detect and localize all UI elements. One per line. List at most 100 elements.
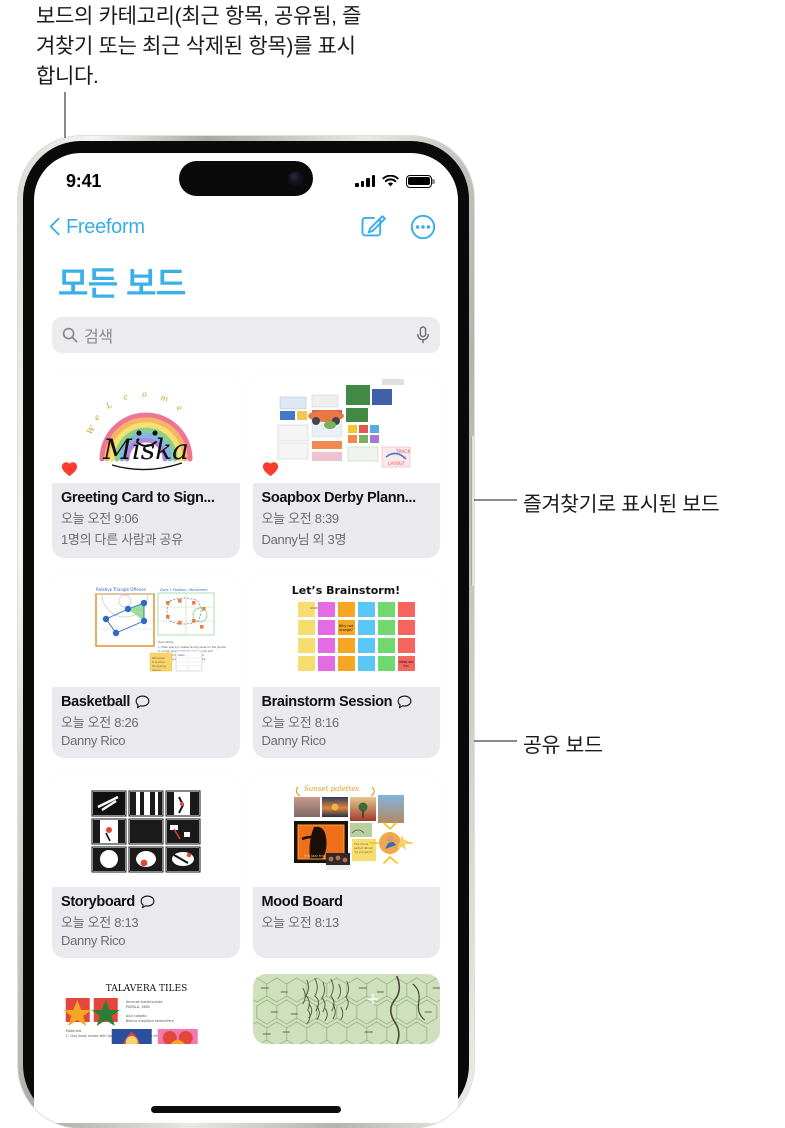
svg-text:the spacing: the spacing [152, 665, 166, 668]
svg-text:c: c [122, 391, 129, 401]
board-meta: Brainstorm Session 오늘 오전 8:16 Danny Rico [253, 687, 441, 758]
power-button[interactable] [471, 436, 474, 586]
board-card[interactable]: Relative Triangle Offense Zone 1 Positio… [52, 574, 240, 758]
svg-text:TRACK: TRACK [395, 449, 411, 455]
board-meta: Storyboard 오늘 오전 8:13 Danny Rico [52, 887, 240, 958]
board-meta: Soapbox Derby Plann... 오늘 오전 8:39 Danny님… [253, 483, 441, 558]
board-time: 오늘 오전 8:26 [61, 715, 139, 730]
compose-icon[interactable] [360, 214, 386, 240]
board-title: Greeting Card to Sign... [61, 490, 215, 506]
board-thumbnail [52, 774, 240, 887]
board-detail: Danny Rico [261, 733, 327, 748]
board-meta: Mood Board 오늘 오전 8:13 [253, 887, 441, 941]
svg-text:this jazz trio: this jazz trio [304, 854, 325, 858]
board-thumbnail: Let’s Brainstorm! Why not orange? Ideas … [252, 574, 440, 687]
brainstorm-sticky-notes-thumb: Let’s Brainstorm! Why not orange? Ideas … [292, 584, 416, 671]
front-camera-icon [289, 172, 302, 185]
svg-text:1. Wide spacing creates drivin: 1. Wide spacing creates driving lanes fo… [158, 645, 226, 649]
talavera-tiles-board-thumb: TALAVERA TILES Jarrones tradicionalesPUE… [63, 984, 198, 1044]
board-time: 오늘 오전 8:13 [61, 915, 139, 930]
svg-text:Azul cobalto: Azul cobalto [126, 1014, 147, 1018]
svg-text:Sunset palettes: Sunset palettes [304, 785, 359, 793]
page-title: 모든 보드 [58, 265, 186, 302]
board-meta: Basketball 오늘 오전 8:26 Danny Rico [52, 687, 240, 758]
svg-text:W: W [85, 423, 97, 435]
hex-map-board-thumb [252, 974, 440, 1044]
screenshot-root: 보드의 카테고리(최근 항목, 공유됨, 즐겨찾기 또는 최근 삭제된 항목)를… [0, 0, 785, 1128]
greeting-card-rainbow-miska-thumb: W e L c o m e Miska [85, 390, 193, 470]
phone-screen: 9:41 Freeform 모든 보드 검색 W e L c o m e Mis… [34, 153, 458, 1123]
shared-comment-icon [397, 695, 412, 709]
svg-text:e: e [92, 412, 102, 422]
board-detail: Danny Rico [61, 933, 126, 948]
iphone-device-frame: 9:41 Freeform 모든 보드 검색 W e L c o m e Mis… [18, 136, 474, 1128]
boards-grid: W e L c o m e Miska Greeting Card to Sig… [34, 353, 458, 958]
board-detail: Danny Rico [61, 733, 126, 748]
svg-text:m: m [159, 393, 169, 404]
board-detail: Danny님 외 3명 [261, 532, 347, 547]
ellipsis-circle-icon[interactable] [410, 214, 436, 240]
board-card[interactable]: TALAVERA TILES Jarrones tradicionales PUE… [52, 974, 240, 1044]
svg-text:PUEBLA, 1680: PUEBLA, 1680 [126, 1005, 150, 1009]
svg-text:Team Notes: Team Notes [158, 640, 174, 644]
chevron-left-icon [50, 218, 61, 237]
svg-text:to practice: to practice [152, 661, 165, 664]
board-thumbnail: Sunset palettes this jazz trio This movi… [252, 774, 440, 887]
board-title: Mood Board [261, 894, 343, 910]
shared-comment-icon [140, 895, 155, 909]
board-card[interactable]: Sunset palettes this jazz trio This movi… [252, 774, 441, 958]
callout-top-note: 보드의 카테고리(최근 항목, 공유됨, 즐겨찾기 또는 최근 삭제된 항목)를… [36, 5, 362, 89]
board-title: Basketball [61, 694, 231, 710]
svg-text:Jarrones tradicionales: Jarrones tradicionales [125, 1000, 163, 1004]
device-bezel: 9:41 Freeform 모든 보드 검색 W e L c o m e Mis… [23, 141, 469, 1123]
back-button-label: Freeform [66, 215, 145, 238]
svg-text:orange?: orange? [339, 628, 353, 632]
svg-text:This movie: This movie [354, 842, 368, 846]
back-button[interactable]: Freeform [50, 216, 145, 239]
status-bar: 9:41 [34, 153, 458, 203]
board-card[interactable]: Let’s Brainstorm! Why not orange? Ideas … [252, 574, 441, 758]
microphone-icon[interactable] [416, 326, 430, 344]
dynamic-island [179, 161, 313, 196]
board-meta: Greeting Card to Sign... 오늘 오전 9:06 1명의 … [52, 483, 240, 558]
board-card[interactable]: Storyboard 오늘 오전 8:13 Danny Rico [52, 774, 240, 958]
svg-text:Zone 1 Position / Movement: Zone 1 Position / Movement [160, 588, 208, 592]
callout-shared-label: 공유 보드 [523, 734, 603, 757]
search-bar[interactable]: 검색 [52, 317, 440, 353]
svg-text:Relative Triangle Offense: Relative Triangle Offense [96, 587, 146, 592]
svg-text:Let’s Brainstorm!: Let’s Brainstorm! [292, 584, 400, 597]
svg-text:perfect lithium: perfect lithium [354, 846, 374, 850]
signal-bars-icon [355, 175, 375, 187]
board-card[interactable]: W e L c o m e Miska Greeting Card to Sig… [52, 370, 240, 558]
svg-text:Materials: Materials [66, 1029, 82, 1033]
storyboard-sketch-grid-thumb [91, 790, 201, 872]
svg-text:fun: fun [404, 664, 409, 668]
svg-text:Blanco mayolica estannifero: Blanco mayolica estannifero [126, 1019, 174, 1023]
home-indicator[interactable] [151, 1106, 341, 1113]
mood-board-sunset-palettes-thumb: Sunset palettes this jazz trio This movi… [294, 785, 414, 870]
board-title: Soapbox Derby Plann... [261, 490, 417, 506]
board-card[interactable] [252, 974, 440, 1044]
svg-text:LAYOUT: LAYOUT [388, 461, 405, 467]
svg-text:Stats: Stats [178, 653, 185, 657]
svg-text:e: e [175, 402, 184, 412]
board-detail: 1명의 다른 사람과 공유 [61, 532, 183, 547]
callout-favorite-label: 즐겨찾기로 표시된 보드 [523, 493, 720, 516]
soapbox-derby-planning-collage-thumb: TRACK LAYOUT [278, 378, 411, 467]
board-time: 오늘 오전 8:16 [261, 715, 340, 730]
search-icon [62, 327, 78, 343]
board-title: Brainstorm Session [262, 694, 432, 710]
svg-text:did you get it?: did you get it? [354, 850, 373, 854]
board-time: 오늘 오전 9:06 [61, 511, 139, 526]
board-card[interactable]: TRACK LAYOUT Soapbox Derby Plann... 오늘 오… [252, 370, 441, 558]
svg-text:Remember: Remember [152, 657, 165, 660]
board-title: Storyboard [61, 894, 231, 910]
nav-actions [360, 214, 436, 240]
svg-text:o: o [142, 390, 147, 399]
boards-grid-partial: TALAVERA TILES Jarrones tradicionales PUE… [34, 974, 458, 1044]
basketball-court-diagram-thumb: Relative Triangle Offense Zone 1 Positio… [95, 587, 226, 672]
search-input[interactable]: 검색 [84, 323, 410, 347]
favorite-heart-icon [60, 459, 79, 478]
favorite-heart-icon [261, 459, 280, 478]
status-time: 9:41 [66, 170, 102, 191]
